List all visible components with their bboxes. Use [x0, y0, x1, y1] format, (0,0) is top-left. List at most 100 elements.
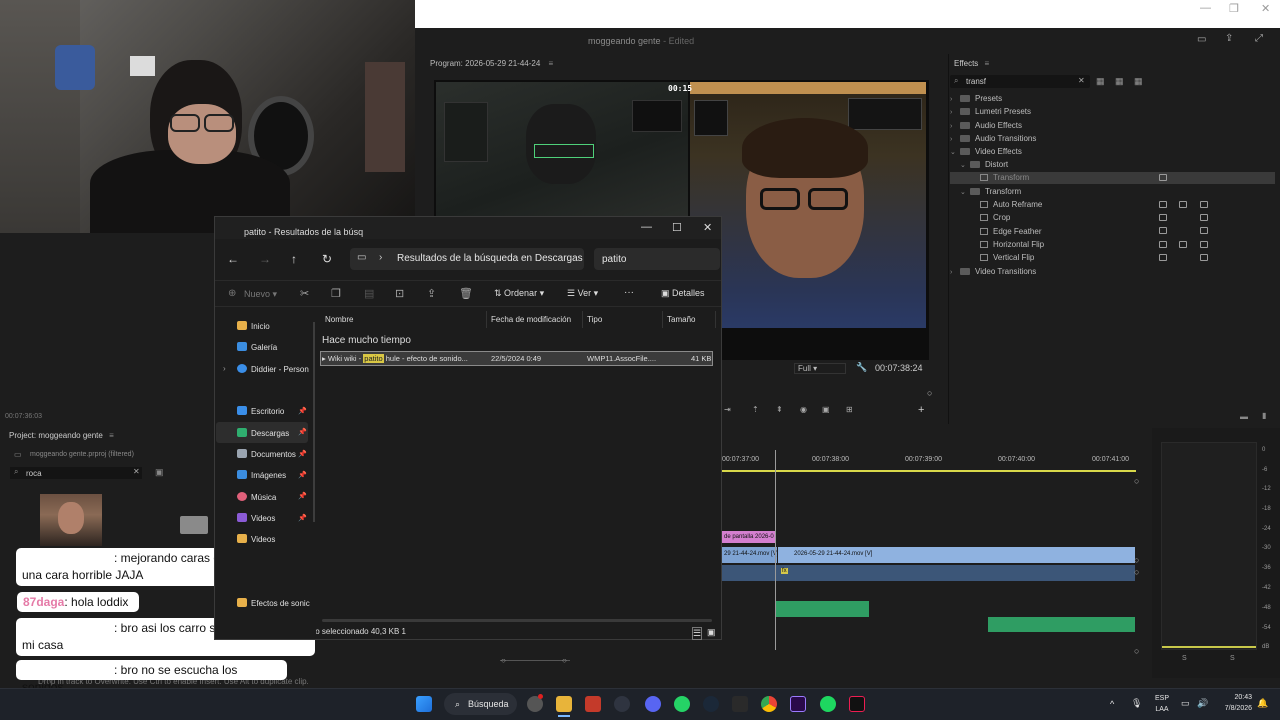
clock-time[interactable]: 20:43: [1212, 694, 1252, 701]
tree-audio-effects[interactable]: › Audio Effects: [950, 121, 1022, 134]
audio-clip[interactable]: [988, 617, 1135, 632]
project-search-input[interactable]: [26, 467, 126, 479]
clear-search-icon[interactable]: ✕: [1078, 76, 1085, 85]
keyboard-layout[interactable]: LAA: [1152, 706, 1172, 713]
compare-icon[interactable]: ▣: [822, 405, 830, 414]
folder-icon[interactable]: [180, 516, 208, 534]
yuv-filter-icon[interactable]: ▦: [1134, 76, 1143, 87]
video-clip[interactable]: 29 21-44-24.mov [V]: [722, 547, 777, 563]
work-area-bar[interactable]: [722, 470, 1136, 472]
nav-item-descargas[interactable]: Descargas: [237, 428, 289, 448]
trash-icon[interactable]: 🗑: [459, 287, 473, 300]
notification-icon[interactable]: 🔔: [1257, 698, 1268, 709]
back-arrow-icon[interactable]: ←: [227, 252, 239, 266]
copy-icon[interactable]: ❐: [331, 287, 341, 300]
add-button-icon[interactable]: +: [918, 404, 924, 416]
windows-start-icon[interactable]: [416, 696, 432, 712]
discord-icon[interactable]: [645, 696, 661, 712]
delete-icon[interactable]: ▮: [1262, 411, 1266, 420]
rename-icon[interactable]: ⊡: [395, 287, 404, 300]
extract-icon[interactable]: ⇞: [776, 405, 783, 414]
column-header-name[interactable]: Nombre: [325, 315, 353, 324]
panel-menu-icon[interactable]: ≡: [549, 59, 554, 68]
nav-item-videos-folder[interactable]: Videos: [237, 534, 275, 554]
effects-search-input[interactable]: [966, 75, 1076, 88]
pin-icon[interactable]: 📌: [298, 407, 307, 415]
nav-item-efectos[interactable]: Efectos de sonic: [237, 598, 310, 618]
tree-transform-folder[interactable]: ⌄ Transform: [960, 187, 1021, 200]
lift-icon[interactable]: ⇡: [752, 405, 759, 414]
cut-icon[interactable]: ✂: [300, 287, 309, 300]
network-icon[interactable]: ▭: [1181, 698, 1190, 709]
steam-icon[interactable]: [703, 696, 719, 712]
new-bin-icon[interactable]: ▬: [1240, 412, 1248, 421]
close-button[interactable]: ✕: [703, 221, 712, 234]
scroll-handle-icon[interactable]: ○: [501, 656, 506, 665]
column-divider[interactable]: [662, 311, 663, 328]
address-text[interactable]: Resultados de la búsqueda en Descargas: [397, 253, 583, 264]
solo-button[interactable]: S: [1182, 655, 1187, 662]
tree-vertical-flip[interactable]: Vertical Flip: [980, 253, 1034, 266]
nav-item-galeria[interactable]: Galería: [237, 342, 277, 362]
up-arrow-icon[interactable]: ↑: [291, 252, 297, 266]
audio-clip[interactable]: [776, 601, 869, 617]
pin-icon[interactable]: 📌: [298, 471, 307, 479]
refresh-icon[interactable]: ↻: [322, 252, 332, 266]
chevron-right-icon[interactable]: ›: [379, 252, 382, 263]
tree-presets[interactable]: › Presets: [950, 94, 1002, 107]
tree-audio-transitions[interactable]: › Audio Transitions: [950, 134, 1036, 147]
spotify-icon[interactable]: [820, 696, 836, 712]
column-divider[interactable]: [715, 311, 716, 328]
tree-distort[interactable]: ⌄ Distort: [960, 160, 1008, 173]
pin-icon[interactable]: 📌: [298, 492, 307, 500]
clock-date[interactable]: 7/8/2026: [1212, 705, 1252, 712]
tree-video-transitions[interactable]: › Video Transitions: [950, 267, 1036, 280]
capcut-icon[interactable]: [614, 696, 630, 712]
microphone-icon[interactable]: 🎙: [1131, 698, 1142, 709]
nav-item-inicio[interactable]: Inicio: [237, 321, 270, 341]
accelerated-filter-icon[interactable]: ▦: [1096, 76, 1105, 87]
chevron-up-icon[interactable]: ^: [1110, 699, 1114, 709]
column-header-type[interactable]: Tipo: [587, 315, 602, 324]
tree-transform-effect[interactable]: Transform: [980, 173, 1029, 186]
nav-item-imagenes[interactable]: Imágenes: [237, 470, 286, 490]
nav-item-documentos[interactable]: Documentos: [237, 449, 296, 469]
premiere-pro-icon[interactable]: [790, 696, 806, 712]
new-bin-icon[interactable]: ▣: [155, 467, 164, 478]
chevron-right-icon[interactable]: ›: [223, 364, 226, 373]
new-plus-icon[interactable]: ⊕: [228, 288, 236, 299]
vr-icon[interactable]: ⊞: [846, 405, 853, 414]
32bit-filter-icon[interactable]: ▦: [1115, 76, 1124, 87]
details-button[interactable]: ▣ Detalles: [661, 288, 705, 299]
share-icon[interactable]: ⇪: [1225, 33, 1233, 44]
whatsapp-icon[interactable]: [674, 696, 690, 712]
step-forward-icon[interactable]: ⇥: [724, 405, 731, 414]
column-divider[interactable]: [486, 311, 487, 328]
nav-item-escritorio[interactable]: Escritorio: [237, 406, 284, 426]
explorer-search-input[interactable]: [602, 252, 712, 266]
more-options-button[interactable]: ···: [624, 287, 634, 298]
tree-auto-reframe[interactable]: Auto Reframe: [980, 200, 1042, 213]
nav-item-onedrive[interactable]: Diddier - Person: [237, 364, 309, 384]
project-search[interactable]: ⌕ ✕: [10, 467, 142, 479]
close-window-button[interactable]: ✕: [1261, 2, 1270, 15]
fullscreen-icon[interactable]: ⤢: [1255, 33, 1263, 44]
minimize-button[interactable]: —: [1200, 2, 1211, 14]
column-header-date[interactable]: Fecha de modificación: [491, 315, 571, 324]
app-icon[interactable]: [585, 696, 601, 712]
epic-games-icon[interactable]: [732, 696, 748, 712]
chat-username[interactable]: 87daga: [23, 595, 64, 609]
horizontal-scrollbar[interactable]: [322, 619, 712, 622]
nav-item-musica[interactable]: Música: [237, 492, 276, 512]
panel-icon[interactable]: ▭: [1197, 34, 1206, 45]
video-clip[interactable]: 2026-05-29 21-44-24.mov [V]: [778, 547, 1135, 563]
maximize-button[interactable]: ❐: [1229, 2, 1239, 15]
pin-icon[interactable]: 📌: [298, 428, 307, 436]
tiles-view-icon[interactable]: ▣: [707, 627, 716, 638]
paste-icon[interactable]: ▤: [364, 287, 374, 300]
minimize-button[interactable]: —: [641, 221, 652, 233]
clear-search-icon[interactable]: ✕: [133, 467, 140, 476]
tree-video-effects[interactable]: ⌄ Video Effects: [950, 147, 1022, 160]
pin-icon[interactable]: 📌: [298, 514, 307, 522]
nav-item-videos[interactable]: Videos: [237, 513, 275, 533]
